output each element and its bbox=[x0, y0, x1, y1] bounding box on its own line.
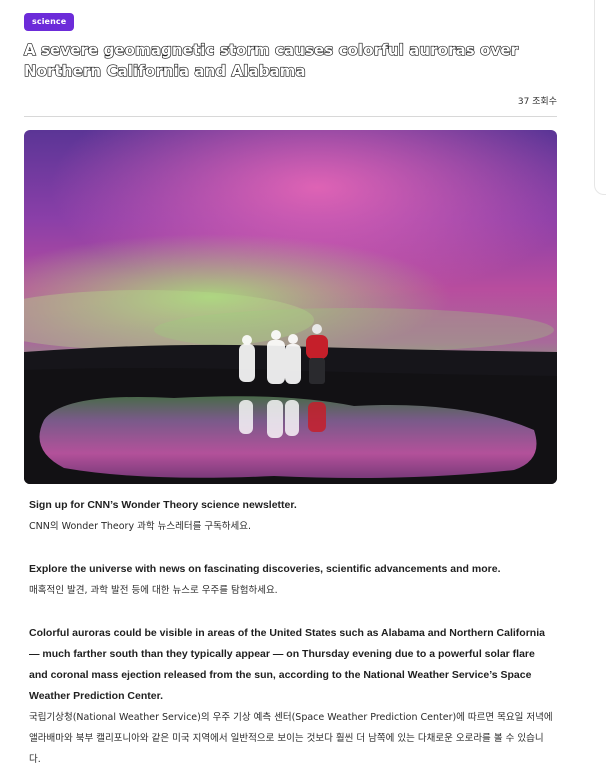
article: science A severe geomagnetic storm cause… bbox=[23, 0, 557, 774]
paragraph-korean: 매혹적인 발견, 과학 발전 등에 대한 뉴스로 우주를 탐험하세요. bbox=[29, 585, 278, 596]
article-title: A severe geomagnetic storm causes colorf… bbox=[23, 40, 519, 80]
paragraph: Sign up for CNN’s Wonder Theory science … bbox=[29, 495, 554, 537]
paragraph: Explore the universe with news on fascin… bbox=[29, 559, 554, 601]
paragraph: Colorful auroras could be visible in are… bbox=[29, 623, 554, 770]
paragraph-english: Colorful auroras could be visible in are… bbox=[29, 627, 545, 702]
paragraph-korean: CNN의 Wonder Theory 과학 뉴스레터를 구독하세요. bbox=[29, 521, 252, 532]
divider bbox=[24, 116, 557, 117]
view-count: 37 조회수 bbox=[517, 97, 557, 107]
category-badge[interactable]: science bbox=[24, 13, 75, 31]
paragraph-korean: 국립기상청(National Weather Service)의 우주 기상 예… bbox=[29, 712, 553, 765]
side-panel-edge bbox=[594, 0, 606, 195]
paragraph-english: Explore the universe with news on fascin… bbox=[29, 563, 501, 575]
aurora-photo bbox=[24, 130, 557, 484]
hero-image[interactable] bbox=[24, 130, 557, 484]
article-body: Sign up for CNN’s Wonder Theory science … bbox=[24, 495, 554, 770]
paragraph-english: Sign up for CNN’s Wonder Theory science … bbox=[29, 499, 297, 511]
